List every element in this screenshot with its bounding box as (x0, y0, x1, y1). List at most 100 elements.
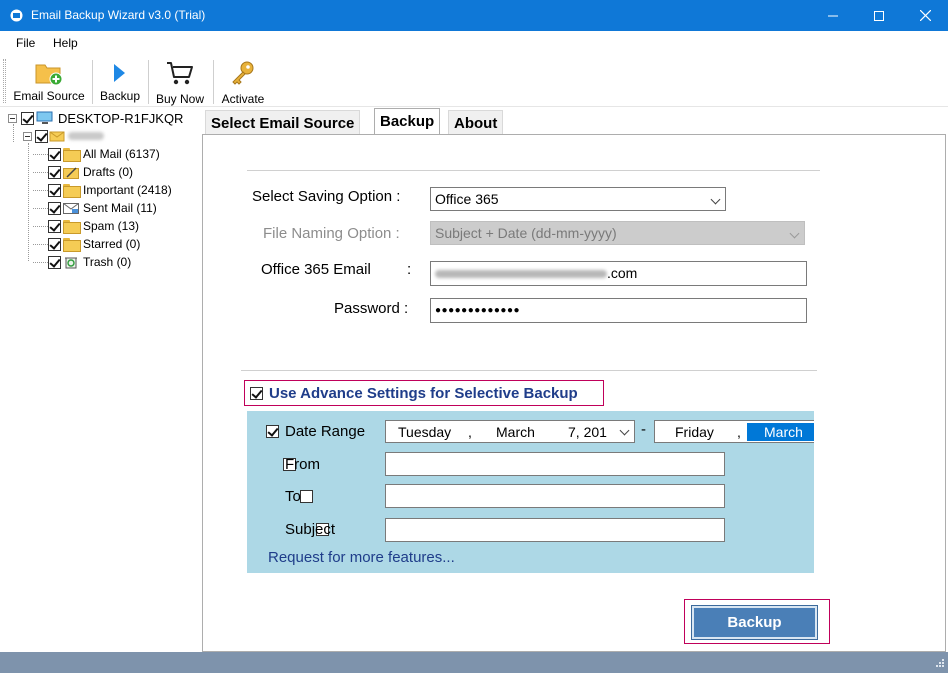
app-icon (10, 9, 23, 22)
email-label: Office 365 Email (261, 261, 371, 278)
play-arrow-icon (114, 64, 125, 82)
activate-label: Activate (221, 92, 265, 106)
folder-checkbox[interactable] (48, 165, 61, 179)
buy-now-label: Buy Now (155, 92, 205, 106)
from-label: From (285, 456, 320, 473)
sent-mail-icon (63, 202, 79, 214)
root-label: DESKTOP-R1FJKQR (58, 110, 184, 126)
list-item[interactable]: Spam (13) (33, 217, 139, 235)
tree-root[interactable]: DESKTOP-R1FJKQR (8, 109, 183, 127)
password-label: Password : (334, 300, 409, 317)
folder-checkbox[interactable] (48, 183, 61, 197)
minimize-button[interactable] (810, 0, 856, 31)
menu-bar: File Help (0, 31, 948, 54)
list-item[interactable]: Trash (0) (33, 253, 131, 271)
date-from-day-year: 7, 201 (568, 424, 607, 440)
shopping-cart-icon (167, 62, 193, 85)
window-title: Email Backup Wizard v3.0 (Trial) (31, 8, 206, 22)
date-to-month[interactable]: March (747, 423, 814, 441)
tab-select-email-source[interactable]: Select Email Source (205, 110, 361, 134)
collapse-toggle-icon[interactable] (8, 113, 17, 123)
saving-option-label: Select Saving Option : (252, 188, 401, 205)
list-item[interactable]: Drafts (0) (33, 163, 133, 181)
saving-option-select[interactable]: Office 365 (430, 187, 726, 211)
file-naming-select[interactable]: Subject + Date (dd-mm-yyyy) (430, 221, 805, 245)
backup-button[interactable]: Backup (691, 605, 818, 640)
folder-checkbox[interactable] (48, 147, 61, 161)
date-to-picker[interactable]: Friday , March (654, 420, 814, 443)
folder-checkbox[interactable] (48, 201, 61, 215)
folder-icon (63, 220, 81, 234)
list-item[interactable]: Important (2418) (33, 181, 172, 199)
date-from-picker[interactable]: Tuesday , March 7, 201 (385, 420, 635, 443)
title-bar: Email Backup Wizard v3.0 (Trial) (0, 0, 948, 31)
file-naming-value: Subject + Date (dd-mm-yyyy) (435, 225, 617, 241)
date-from-weekday: Tuesday (398, 424, 452, 440)
computer-icon (36, 111, 53, 124)
email-colon: : (407, 261, 412, 278)
tab-backup[interactable]: Backup (374, 108, 441, 135)
list-item[interactable]: All Mail (6137) (33, 145, 160, 163)
to-checkbox[interactable] (299, 490, 313, 503)
account-name-redacted (68, 132, 104, 140)
maximize-button[interactable] (856, 0, 902, 31)
collapse-toggle-icon[interactable] (23, 131, 32, 141)
toolbar-grip[interactable] (3, 59, 6, 103)
email-input[interactable]: .com (430, 261, 807, 286)
folder-checkbox[interactable] (48, 237, 61, 251)
folder-checkbox[interactable] (48, 255, 61, 269)
password-value: ●●●●●●●●●●●●● (435, 305, 521, 316)
email-domain-suffix: .com (607, 265, 638, 281)
date-range-label: Date Range (285, 423, 366, 440)
divider (241, 370, 817, 371)
status-bar (0, 652, 948, 673)
backup-toolbar-button[interactable]: Backup (96, 54, 144, 107)
list-item[interactable]: Sent Mail (11) (33, 199, 157, 217)
menu-file[interactable]: File (16, 36, 35, 50)
from-input[interactable] (385, 452, 725, 476)
root-checkbox[interactable] (21, 111, 34, 125)
list-item[interactable]: Starred (0) (33, 235, 140, 253)
folder-label: Spam (13) (83, 219, 140, 233)
advance-settings-toggle[interactable]: Use Advance Settings for Selective Backu… (244, 380, 604, 406)
date-to-comma: , (737, 424, 741, 440)
folder-checkbox[interactable] (48, 219, 61, 233)
toolbar-separator (92, 60, 93, 104)
date-from-comma: , (468, 424, 472, 440)
date-range-checkbox[interactable] (266, 425, 279, 438)
folder-icon (63, 148, 81, 162)
folder-icon (63, 184, 81, 198)
mailbox-icon (49, 131, 65, 142)
email-source-button[interactable]: Email Source (10, 54, 88, 107)
password-input[interactable]: ●●●●●●●●●●●●● (430, 298, 807, 323)
resize-grip-icon[interactable] (933, 658, 945, 670)
close-button[interactable] (902, 0, 948, 31)
date-to-weekday: Friday (675, 424, 714, 440)
close-icon (919, 10, 931, 21)
tree-account[interactable] (23, 127, 104, 145)
request-features-link[interactable]: Request for more features... (268, 549, 455, 566)
buy-now-button[interactable]: Buy Now (152, 54, 208, 107)
advance-settings-checkbox[interactable] (250, 386, 263, 400)
trash-icon (65, 257, 77, 269)
folder-label: Drafts (0) (83, 165, 134, 179)
activate-button[interactable]: Activate (217, 54, 269, 107)
saving-option-value: Office 365 (435, 191, 499, 207)
folder-tree: DESKTOP-R1FJKQR All Mail (6137) Drafts (… (0, 107, 202, 652)
folder-label: Starred (0) (83, 237, 141, 251)
tree-line (28, 143, 29, 261)
folder-label: Important (2418) (83, 183, 172, 197)
subject-input[interactable] (385, 518, 725, 542)
to-input[interactable] (385, 484, 725, 508)
folder-label: Sent Mail (11) (83, 201, 157, 215)
file-naming-label: File Naming Option : (263, 225, 400, 242)
tab-about[interactable]: About (448, 110, 504, 134)
chevron-down-icon (619, 425, 630, 436)
toolbar: Email Source Backup Buy Now Activate (0, 54, 948, 107)
menu-help[interactable]: Help (53, 36, 78, 50)
minimize-icon (828, 15, 838, 16)
divider (247, 170, 820, 171)
folder-icon (63, 238, 81, 252)
folder-label: All Mail (6137) (83, 147, 160, 161)
account-checkbox[interactable] (35, 129, 48, 143)
